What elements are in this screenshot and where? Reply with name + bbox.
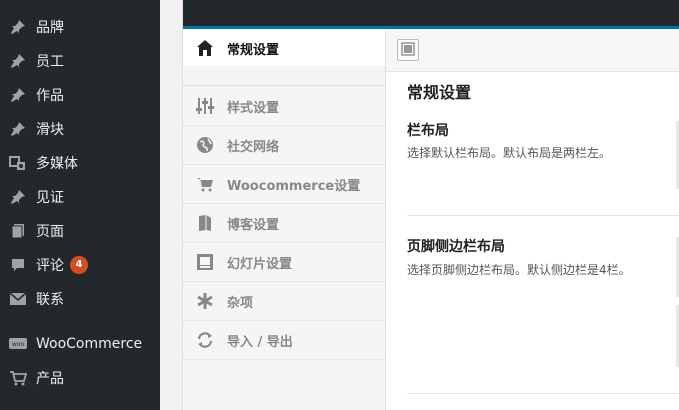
options-tab-label: 博客设置 xyxy=(227,217,280,233)
sidebar-item-slider[interactable]: 滑块 xyxy=(0,112,160,146)
options-tab-slideshow[interactable]: 幻灯片设置 xyxy=(183,243,385,282)
options-tab-label: 样式设置 xyxy=(227,100,280,116)
sidebar-item-brand[interactable]: 品牌 xyxy=(0,10,160,44)
sidebar-item-label: 见证 xyxy=(36,190,64,206)
comment-icon xyxy=(0,257,36,273)
pin-icon xyxy=(0,189,36,205)
sidebar-item-label: 联系 xyxy=(36,292,64,308)
sidebar-item-woocommerce[interactable]: woo WooCommerce xyxy=(0,327,160,361)
panel-layout-icon xyxy=(401,41,415,60)
sidebar-item-products[interactable]: 产品 xyxy=(0,361,160,395)
field-desc-column-layout: 选择默认栏布局。默认布局是两栏左。 xyxy=(407,146,612,160)
options-tab-label: 幻灯片设置 xyxy=(227,256,293,272)
sidebar-item-label: 产品 xyxy=(36,371,64,387)
field-title-footer-layout: 页脚侧边栏布局 xyxy=(407,239,505,255)
options-toolbar xyxy=(386,29,679,72)
options-tab-woocommerce[interactable]: Woocommerce设置 xyxy=(183,165,385,204)
options-tab-blog[interactable]: 博客设置 xyxy=(183,204,385,243)
pin-icon xyxy=(0,53,36,69)
options-tab-import-export[interactable]: 导入 / 导出 xyxy=(183,321,385,360)
sidebar-item-label: 作品 xyxy=(36,88,64,104)
slideshow-icon xyxy=(183,253,227,271)
sidebar-item-comments[interactable]: 评论 4 xyxy=(0,248,160,282)
sidebar-item-pages[interactable]: 页面 xyxy=(0,214,160,248)
home-icon xyxy=(183,39,227,57)
layout-toggle-button[interactable] xyxy=(397,39,419,61)
sidebar-item-label: 滑块 xyxy=(36,122,64,138)
admin-sidebar: 品牌 员工 作品 滑块 多媒体 见证 页面 评论 4 联系 woo WooCom… xyxy=(0,0,160,410)
sidebar-item-staff[interactable]: 员工 xyxy=(0,44,160,78)
content-gutter xyxy=(160,0,182,410)
book-icon xyxy=(183,214,227,232)
section-title: 常规设置 xyxy=(407,83,472,102)
options-tab-social[interactable]: 社交网络 xyxy=(183,126,385,165)
woo-icon: woo xyxy=(0,337,36,351)
globe-icon xyxy=(183,136,227,154)
pages-icon xyxy=(0,223,36,239)
panel-header-bar xyxy=(183,0,679,26)
pin-icon xyxy=(0,121,36,137)
sidebar-item-label: 员工 xyxy=(36,54,64,70)
sidebar-item-media[interactable]: 多媒体 xyxy=(0,146,160,180)
options-nav: 常规设置 样式设置 社交网络 Woocommerce设置 博客设置 幻灯片设置 … xyxy=(183,29,386,410)
sidebar-item-contact[interactable]: 联系 xyxy=(0,282,160,316)
sidebar-separator xyxy=(0,316,160,326)
options-tab-label: 杂项 xyxy=(227,295,254,311)
sidebar-item-label: 多媒体 xyxy=(36,156,78,172)
comment-count-badge: 4 xyxy=(70,256,88,274)
sidebar-item-label: WooCommerce xyxy=(36,336,143,352)
options-tab-misc[interactable]: 杂项 xyxy=(183,282,385,321)
media-icon xyxy=(0,155,36,171)
options-tab-label: 常规设置 xyxy=(227,42,280,58)
field-desc-footer-layout: 选择页脚侧边栏布局。默认侧边栏是4栏。 xyxy=(407,263,631,277)
options-tab-style[interactable]: 样式设置 xyxy=(183,87,385,126)
cart-icon xyxy=(0,370,36,386)
field-title-column-layout: 栏布局 xyxy=(407,123,449,139)
sidebar-item-label: 评论 xyxy=(36,258,64,274)
options-nav-spacer xyxy=(183,66,385,86)
screen: 品牌 员工 作品 滑块 多媒体 见证 页面 评论 4 联系 woo WooCom… xyxy=(0,0,679,410)
mail-icon xyxy=(0,292,36,306)
svg-text:woo: woo xyxy=(12,341,25,348)
options-tab-label: 导入 / 导出 xyxy=(227,334,293,350)
refresh-icon xyxy=(183,331,227,349)
sidebar-item-works[interactable]: 作品 xyxy=(0,78,160,112)
field-divider xyxy=(407,393,679,394)
options-content: 常规设置 栏布局 选择默认栏布局。默认布局是两栏左。 页脚侧边栏布局 选择页脚侧… xyxy=(386,29,679,410)
asterisk-icon xyxy=(183,292,227,310)
options-tab-general[interactable]: 常规设置 xyxy=(183,29,385,68)
field-divider xyxy=(407,215,679,216)
theme-options-panel: 常规设置 样式设置 社交网络 Woocommerce设置 博客设置 幻灯片设置 … xyxy=(182,0,679,410)
sidebar-item-label: 页面 xyxy=(36,224,64,240)
pin-icon xyxy=(0,19,36,35)
options-tab-label: Woocommerce设置 xyxy=(227,178,361,194)
options-tab-label: 社交网络 xyxy=(227,139,280,155)
sliders-icon xyxy=(183,97,227,115)
pin-icon xyxy=(0,87,36,103)
cart-icon xyxy=(183,176,227,192)
sidebar-item-label: 品牌 xyxy=(36,20,64,36)
sidebar-item-testimonials[interactable]: 见证 xyxy=(0,180,160,214)
